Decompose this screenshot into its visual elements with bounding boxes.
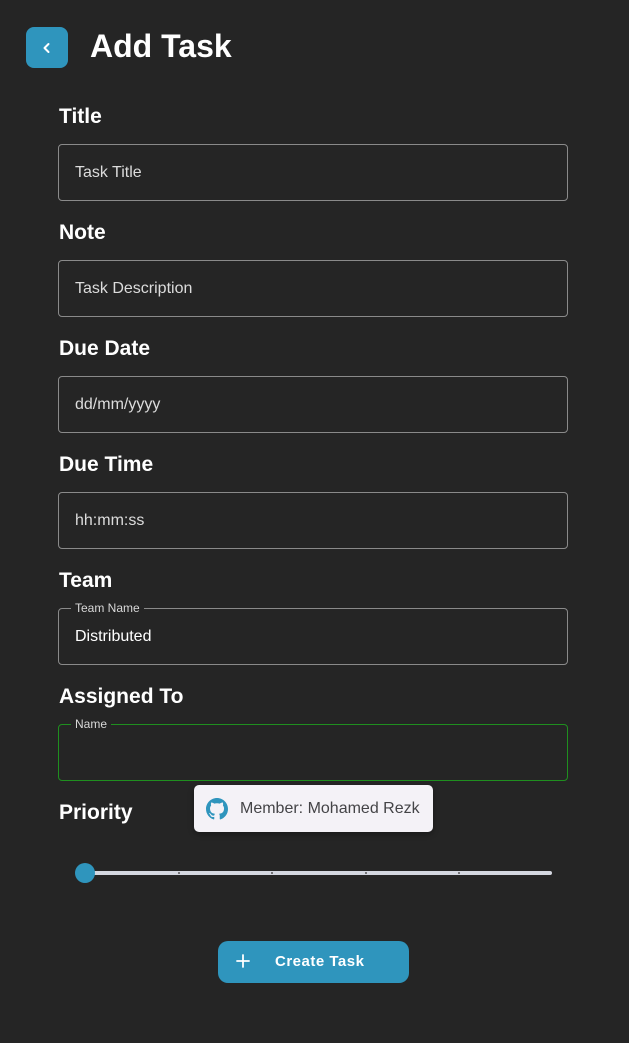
note-placeholder: Task Description: [75, 280, 193, 297]
due-date-input[interactable]: dd/mm/yyyy: [58, 376, 568, 433]
page-title: Add Task: [90, 28, 232, 64]
create-task-button[interactable]: Create Task: [218, 941, 409, 983]
assigned-to-label: Assigned To: [59, 685, 184, 708]
team-floating-label: Team Name: [71, 601, 144, 615]
team-label: Team: [59, 569, 113, 592]
team-input[interactable]: Team Name Distributed: [58, 601, 568, 665]
title-placeholder: Task Title: [75, 164, 142, 181]
priority-slider[interactable]: [74, 862, 554, 884]
plus-icon: [236, 954, 250, 968]
due-time-input[interactable]: hh:mm:ss: [58, 492, 568, 549]
due-time-label: Due Time: [59, 453, 154, 476]
add-task-screen: Add Task Title Task Title Note Task Desc…: [0, 0, 629, 1043]
team-value: Distributed: [75, 628, 152, 645]
priority-label: Priority: [59, 801, 133, 824]
due-date-placeholder: dd/mm/yyyy: [75, 396, 161, 413]
note-label: Note: [59, 221, 106, 244]
chevron-left-icon: [43, 42, 50, 53]
create-task-label: Create Task: [275, 953, 365, 970]
title-input[interactable]: Task Title: [58, 144, 568, 201]
assigned-to-floating-label: Name: [71, 717, 112, 731]
slider-thumb[interactable]: [75, 863, 95, 883]
assigned-to-input[interactable]: Name: [58, 717, 568, 781]
back-button[interactable]: [26, 27, 68, 68]
note-input[interactable]: Task Description: [58, 260, 568, 317]
github-icon: [206, 797, 228, 819]
due-time-placeholder: hh:mm:ss: [75, 512, 145, 529]
suggestion-text: Member: Mohamed Rezk: [240, 799, 420, 817]
due-date-label: Due Date: [59, 337, 151, 360]
slider-tick: [364, 872, 367, 874]
title-label: Title: [59, 105, 102, 128]
slider-track: [84, 871, 552, 875]
member-suggestion[interactable]: Member: Mohamed Rezk: [194, 785, 433, 832]
slider-tick: [457, 872, 460, 874]
